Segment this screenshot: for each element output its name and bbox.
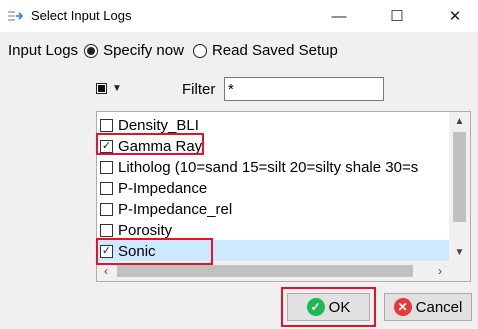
radio-specify-now-label[interactable]: Specify now	[103, 42, 184, 59]
radio-read-saved-setup[interactable]	[192, 43, 207, 58]
cancel-button-label: Cancel	[415, 298, 463, 316]
highlight-ok-button	[281, 287, 376, 327]
list-item-label: P-Impedance	[118, 179, 208, 197]
list-item-label: Density_BLI	[118, 116, 199, 134]
title-bar: Select Input Logs — ☐ ✕	[0, 0, 478, 32]
filter-input[interactable]	[224, 77, 384, 101]
list-item[interactable]: P-Impedance	[97, 177, 449, 199]
checkbox[interactable]	[100, 181, 113, 195]
close-icon: ✕	[448, 8, 462, 25]
vertical-scrollbar[interactable]: ▲ ▼	[449, 112, 470, 261]
scroll-right-icon[interactable]: ›	[431, 261, 449, 281]
app-icon	[8, 11, 24, 21]
scrollbar-corner	[449, 261, 470, 281]
list-item-label: P-Impedance_rel	[118, 200, 233, 218]
minimize-icon: —	[331, 7, 347, 25]
cancel-circle-icon: ✕	[393, 298, 412, 316]
radio-read-saved-setup-label[interactable]: Read Saved Setup	[212, 42, 338, 59]
input-logs-label: Input Logs	[8, 42, 79, 59]
scroll-down-icon[interactable]: ▼	[449, 243, 470, 261]
dialog-body: Input Logs Specify now Read Saved Setup …	[0, 32, 478, 329]
checkbox[interactable]	[100, 160, 113, 174]
radio-specify-now[interactable]	[84, 43, 99, 58]
list-item[interactable]: Litholog (10=sand 15=silt 20=silty shale…	[97, 156, 449, 178]
maximize-icon: ☐	[390, 8, 404, 25]
radio-selected-dot	[87, 46, 96, 55]
filter-label: Filter	[182, 81, 216, 98]
highlight-sonic	[96, 238, 213, 265]
checkbox[interactable]	[100, 118, 113, 132]
list-item-label: Litholog (10=sand 15=silt 20=silty shale…	[118, 158, 419, 176]
checkbox[interactable]	[100, 202, 113, 216]
horizontal-scroll-thumb[interactable]	[117, 265, 413, 277]
minimize-button[interactable]: —	[316, 0, 362, 32]
cancel-button[interactable]: ✕ Cancel	[384, 293, 472, 321]
chevron-down-icon: ▼	[112, 83, 122, 94]
vertical-scroll-thumb[interactable]	[453, 132, 466, 222]
partial-checkbox-icon	[96, 83, 107, 94]
maximize-button[interactable]: ☐	[374, 0, 420, 32]
list-item-label: Porosity	[118, 221, 173, 239]
window-title: Select Input Logs	[31, 8, 132, 23]
close-button[interactable]: ✕	[432, 0, 478, 32]
highlight-gamma-ray	[96, 133, 204, 155]
scroll-up-icon[interactable]: ▲	[449, 112, 470, 130]
input-logs-row: Input Logs Specify now Read Saved Setup	[8, 42, 338, 59]
select-all-toggle[interactable]: ▼	[96, 83, 122, 94]
list-item[interactable]: P-Impedance_rel	[97, 198, 449, 220]
checkbox[interactable]	[100, 223, 113, 237]
